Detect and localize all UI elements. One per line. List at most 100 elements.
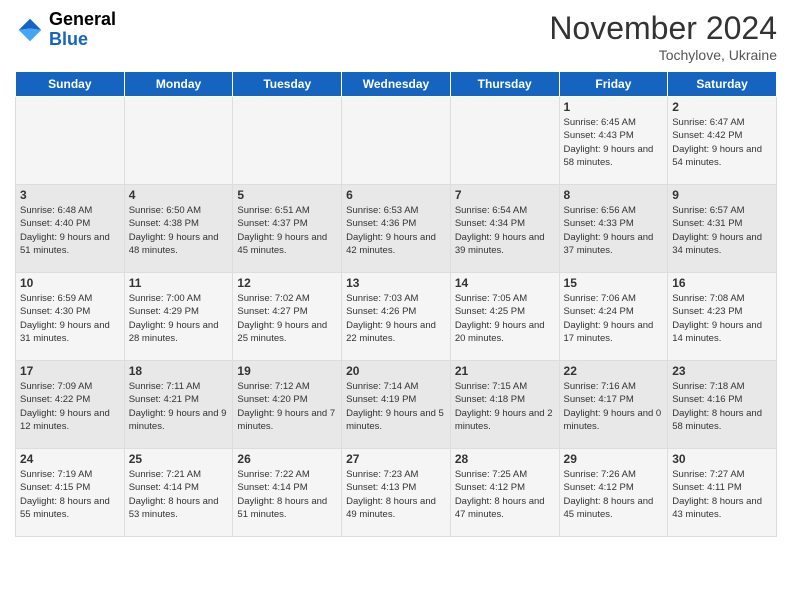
table-row: 17Sunrise: 7:09 AM Sunset: 4:22 PM Dayli… (16, 361, 125, 449)
logo: General Blue (15, 10, 116, 50)
day-info: Sunrise: 7:18 AM Sunset: 4:16 PM Dayligh… (672, 380, 772, 433)
page-header: General Blue November 2024 Tochylove, Uk… (15, 10, 777, 63)
table-row: 12 Sunrise: 7:02 AM Sunset: 4:27 PM Dayli… (233, 273, 342, 361)
table-row: 6 Sunrise: 6:53 AM Sunset: 4:36 PM Daylig… (342, 185, 451, 273)
day-number: 19 (237, 364, 337, 378)
day-number: 13 (346, 276, 446, 290)
col-sunday: Sunday (16, 72, 125, 97)
day-info: Sunrise: 7:02 AM Sunset: 4:27 PM Dayligh… (237, 292, 337, 345)
day-number: 25 (129, 452, 229, 466)
table-row: 9Sunrise: 6:57 AM Sunset: 4:31 PM Daylig… (668, 185, 777, 273)
logo-blue: Blue (49, 30, 116, 50)
day-info: Sunrise: 6:54 AM Sunset: 4:34 PM Dayligh… (455, 204, 555, 257)
day-number: 8 (564, 188, 664, 202)
logo-general: General (49, 10, 116, 30)
day-info: Sunrise: 6:48 AM Sunset: 4:40 PM Dayligh… (20, 204, 120, 257)
title-block: November 2024 Tochylove, Ukraine (549, 10, 777, 63)
calendar-week-row: 3 Sunrise: 6:48 AM Sunset: 4:40 PM Daylig… (16, 185, 777, 273)
day-number: 7 (455, 188, 555, 202)
day-info: Sunrise: 7:12 AM Sunset: 4:20 PM Dayligh… (237, 380, 337, 433)
day-number: 3 (20, 188, 120, 202)
table-row: 30Sunrise: 7:27 AM Sunset: 4:11 PM Dayli… (668, 449, 777, 537)
table-row: 10Sunrise: 6:59 AM Sunset: 4:30 PM Dayli… (16, 273, 125, 361)
col-monday: Monday (124, 72, 233, 97)
page-container: General Blue November 2024 Tochylove, Uk… (0, 0, 792, 547)
day-number: 12 (237, 276, 337, 290)
day-number: 26 (237, 452, 337, 466)
day-number: 20 (346, 364, 446, 378)
table-row (16, 97, 125, 185)
day-info: Sunrise: 6:45 AM Sunset: 4:43 PM Dayligh… (564, 116, 664, 169)
location-subtitle: Tochylove, Ukraine (549, 47, 777, 63)
day-info: Sunrise: 7:11 AM Sunset: 4:21 PM Dayligh… (129, 380, 229, 433)
table-row: 1 Sunrise: 6:45 AM Sunset: 4:43 PM Daylig… (559, 97, 668, 185)
day-number: 17 (20, 364, 120, 378)
col-friday: Friday (559, 72, 668, 97)
table-row: 24Sunrise: 7:19 AM Sunset: 4:15 PM Dayli… (16, 449, 125, 537)
table-row: 21 Sunrise: 7:15 AM Sunset: 4:18 PM Dayli… (450, 361, 559, 449)
table-row: 4Sunrise: 6:50 AM Sunset: 4:38 PM Daylig… (124, 185, 233, 273)
day-info: Sunrise: 7:23 AM Sunset: 4:13 PM Dayligh… (346, 468, 446, 521)
table-row: 5Sunrise: 6:51 AM Sunset: 4:37 PM Daylig… (233, 185, 342, 273)
table-row: 8 Sunrise: 6:56 AM Sunset: 4:33 PM Daylig… (559, 185, 668, 273)
month-title: November 2024 (549, 10, 777, 47)
day-number: 27 (346, 452, 446, 466)
day-number: 16 (672, 276, 772, 290)
table-row (450, 97, 559, 185)
calendar-week-row: 1 Sunrise: 6:45 AM Sunset: 4:43 PM Daylig… (16, 97, 777, 185)
day-number: 4 (129, 188, 229, 202)
day-number: 29 (564, 452, 664, 466)
calendar-table: Sunday Monday Tuesday Wednesday Thursday… (15, 71, 777, 537)
table-row: 28 Sunrise: 7:25 AM Sunset: 4:12 PM Dayli… (450, 449, 559, 537)
table-row: 23 Sunrise: 7:18 AM Sunset: 4:16 PM Dayli… (668, 361, 777, 449)
table-row: 19 Sunrise: 7:12 AM Sunset: 4:20 PM Dayli… (233, 361, 342, 449)
day-number: 28 (455, 452, 555, 466)
day-number: 15 (564, 276, 664, 290)
table-row: 11 Sunrise: 7:00 AM Sunset: 4:29 PM Dayli… (124, 273, 233, 361)
col-thursday: Thursday (450, 72, 559, 97)
table-row: 25 Sunrise: 7:21 AM Sunset: 4:14 PM Dayli… (124, 449, 233, 537)
table-row: 7 Sunrise: 6:54 AM Sunset: 4:34 PM Daylig… (450, 185, 559, 273)
table-row: 20 Sunrise: 7:14 AM Sunset: 4:19 PM Dayli… (342, 361, 451, 449)
table-row: 14Sunrise: 7:05 AM Sunset: 4:25 PM Dayli… (450, 273, 559, 361)
day-info: Sunrise: 7:25 AM Sunset: 4:12 PM Dayligh… (455, 468, 555, 521)
day-number: 18 (129, 364, 229, 378)
col-saturday: Saturday (668, 72, 777, 97)
table-row: 27 Sunrise: 7:23 AM Sunset: 4:13 PM Dayli… (342, 449, 451, 537)
day-number: 24 (20, 452, 120, 466)
day-number: 1 (564, 100, 664, 114)
day-info: Sunrise: 7:00 AM Sunset: 4:29 PM Dayligh… (129, 292, 229, 345)
table-row: 3 Sunrise: 6:48 AM Sunset: 4:40 PM Daylig… (16, 185, 125, 273)
day-number: 10 (20, 276, 120, 290)
day-number: 23 (672, 364, 772, 378)
day-info: Sunrise: 7:16 AM Sunset: 4:17 PM Dayligh… (564, 380, 664, 433)
table-row: 2Sunrise: 6:47 AM Sunset: 4:42 PM Daylig… (668, 97, 777, 185)
day-info: Sunrise: 7:21 AM Sunset: 4:14 PM Dayligh… (129, 468, 229, 521)
table-row: 29 Sunrise: 7:26 AM Sunset: 4:12 PM Dayli… (559, 449, 668, 537)
table-row: 13 Sunrise: 7:03 AM Sunset: 4:26 PM Dayli… (342, 273, 451, 361)
table-row: 22 Sunrise: 7:16 AM Sunset: 4:17 PM Dayli… (559, 361, 668, 449)
calendar-week-row: 24Sunrise: 7:19 AM Sunset: 4:15 PM Dayli… (16, 449, 777, 537)
day-number: 14 (455, 276, 555, 290)
logo-text: General Blue (49, 10, 116, 50)
day-info: Sunrise: 6:53 AM Sunset: 4:36 PM Dayligh… (346, 204, 446, 257)
day-number: 6 (346, 188, 446, 202)
logo-icon (15, 15, 45, 45)
day-number: 22 (564, 364, 664, 378)
day-info: Sunrise: 7:14 AM Sunset: 4:19 PM Dayligh… (346, 380, 446, 433)
table-row: 18 Sunrise: 7:11 AM Sunset: 4:21 PM Dayli… (124, 361, 233, 449)
day-info: Sunrise: 7:03 AM Sunset: 4:26 PM Dayligh… (346, 292, 446, 345)
day-info: Sunrise: 7:08 AM Sunset: 4:23 PM Dayligh… (672, 292, 772, 345)
table-row: 26Sunrise: 7:22 AM Sunset: 4:14 PM Dayli… (233, 449, 342, 537)
day-info: Sunrise: 7:26 AM Sunset: 4:12 PM Dayligh… (564, 468, 664, 521)
day-number: 11 (129, 276, 229, 290)
day-info: Sunrise: 7:27 AM Sunset: 4:11 PM Dayligh… (672, 468, 772, 521)
day-info: Sunrise: 7:15 AM Sunset: 4:18 PM Dayligh… (455, 380, 555, 433)
day-number: 21 (455, 364, 555, 378)
day-number: 2 (672, 100, 772, 114)
day-info: Sunrise: 6:57 AM Sunset: 4:31 PM Dayligh… (672, 204, 772, 257)
calendar-header-row: Sunday Monday Tuesday Wednesday Thursday… (16, 72, 777, 97)
col-tuesday: Tuesday (233, 72, 342, 97)
day-info: Sunrise: 6:56 AM Sunset: 4:33 PM Dayligh… (564, 204, 664, 257)
col-wednesday: Wednesday (342, 72, 451, 97)
